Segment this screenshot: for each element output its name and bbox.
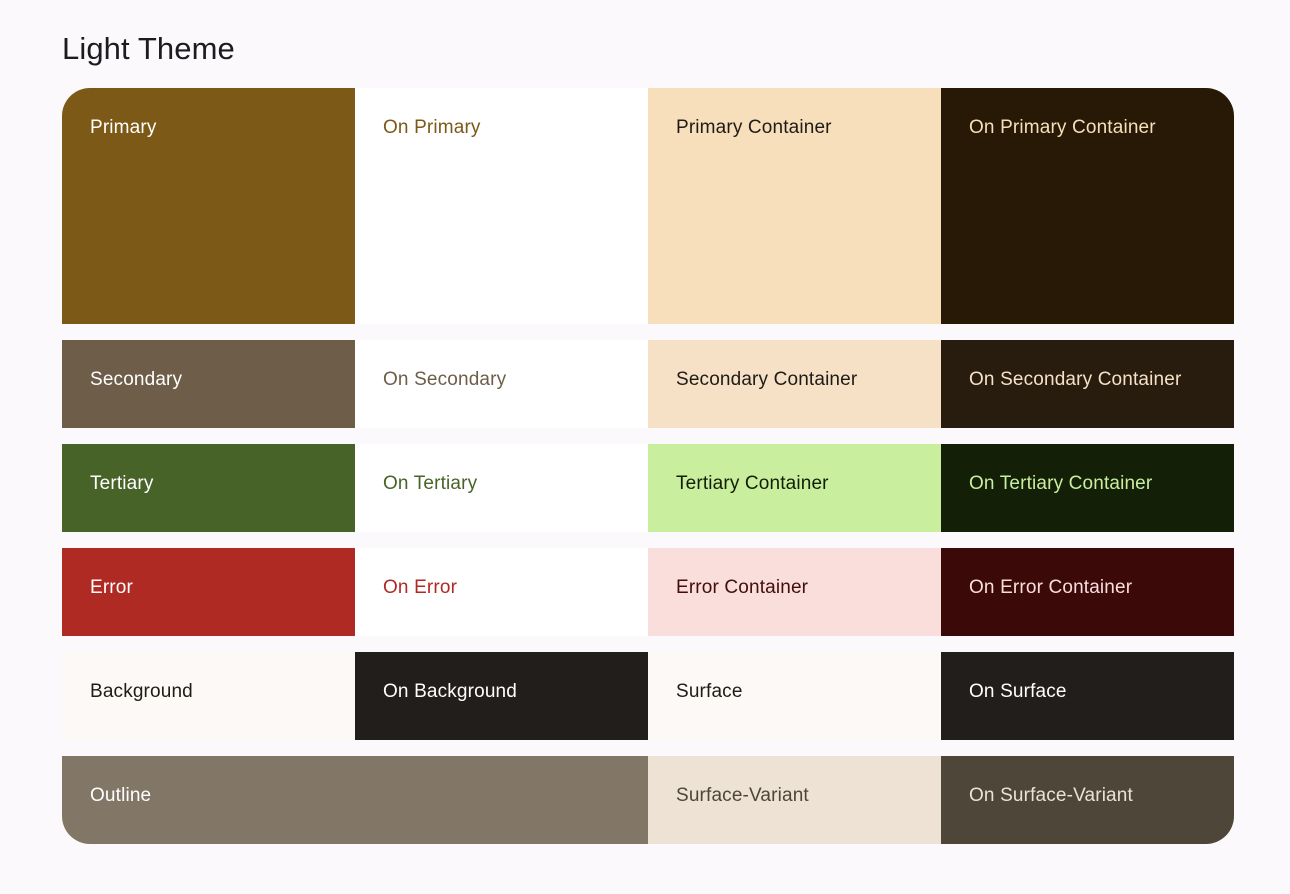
swatch-on-surface-variant[interactable]: On Surface-Variant — [941, 756, 1234, 844]
swatch-label: On Primary — [383, 117, 481, 138]
swatch-tertiary-container[interactable]: Tertiary Container — [648, 444, 941, 532]
swatch-label: Error — [90, 577, 133, 598]
swatch-label: On Primary Container — [969, 117, 1156, 138]
swatch-background[interactable]: Background — [62, 652, 355, 740]
swatch-secondary[interactable]: Secondary — [62, 340, 355, 428]
swatch-label: Secondary — [90, 369, 183, 390]
swatch-on-error[interactable]: On Error — [355, 548, 648, 636]
page-title: Light Theme — [62, 31, 235, 66]
swatch-label: On Surface — [969, 681, 1067, 702]
palette-grid: Primary On Primary Primary Container On … — [62, 88, 1234, 844]
swatch-label: Primary Container — [676, 117, 832, 138]
swatch-on-error-container[interactable]: On Error Container — [941, 548, 1234, 636]
swatch-on-background[interactable]: On Background — [355, 652, 648, 740]
swatch-label: Error Container — [676, 577, 809, 598]
palette-row-secondary: Secondary On Secondary Secondary Contain… — [62, 340, 1234, 428]
swatch-error[interactable]: Error — [62, 548, 355, 636]
swatch-error-container[interactable]: Error Container — [648, 548, 941, 636]
palette-row-outline-surface-variant: Outline Surface-Variant On Surface-Varia… — [62, 756, 1234, 844]
palette-row-error: Error On Error Error Container On Error … — [62, 548, 1234, 636]
swatch-label: Primary — [90, 117, 157, 138]
swatch-on-secondary[interactable]: On Secondary — [355, 340, 648, 428]
swatch-label: On Tertiary Container — [969, 473, 1153, 494]
palette-row-primary: Primary On Primary Primary Container On … — [62, 88, 1234, 324]
swatch-label: Outline — [90, 785, 152, 806]
swatch-label: On Secondary — [383, 369, 507, 390]
swatch-on-primary-container[interactable]: On Primary Container — [941, 88, 1234, 324]
swatch-label: On Surface-Variant — [969, 785, 1133, 806]
palette-row-background-surface: Background On Background Surface On Surf… — [62, 652, 1234, 740]
swatch-on-tertiary[interactable]: On Tertiary — [355, 444, 648, 532]
swatch-on-secondary-container[interactable]: On Secondary Container — [941, 340, 1234, 428]
swatch-label: On Error — [383, 577, 458, 598]
swatch-label: Tertiary — [90, 473, 154, 494]
swatch-secondary-container[interactable]: Secondary Container — [648, 340, 941, 428]
swatch-primary-container[interactable]: Primary Container — [648, 88, 941, 324]
swatch-label: Tertiary Container — [676, 473, 829, 494]
swatch-label: Surface-Variant — [676, 785, 809, 806]
swatch-surface-variant[interactable]: Surface-Variant — [648, 756, 941, 844]
swatch-primary[interactable]: Primary — [62, 88, 355, 324]
swatch-label: On Tertiary — [383, 473, 478, 494]
swatch-on-surface[interactable]: On Surface — [941, 652, 1234, 740]
palette-row-tertiary: Tertiary On Tertiary Tertiary Container … — [62, 444, 1234, 532]
swatch-label: On Background — [383, 681, 517, 702]
swatch-on-primary[interactable]: On Primary — [355, 88, 648, 324]
swatch-label: Background — [90, 681, 193, 702]
swatch-label: Surface — [676, 681, 743, 702]
swatch-surface[interactable]: Surface — [648, 652, 941, 740]
swatch-label: On Secondary Container — [969, 369, 1182, 390]
swatch-label: On Error Container — [969, 577, 1133, 598]
swatch-tertiary[interactable]: Tertiary — [62, 444, 355, 532]
color-palette-page: Light Theme Primary On Primary Primary C… — [0, 0, 1290, 894]
swatch-on-tertiary-container[interactable]: On Tertiary Container — [941, 444, 1234, 532]
swatch-outline[interactable]: Outline — [62, 756, 648, 844]
swatch-label: Secondary Container — [676, 369, 858, 390]
